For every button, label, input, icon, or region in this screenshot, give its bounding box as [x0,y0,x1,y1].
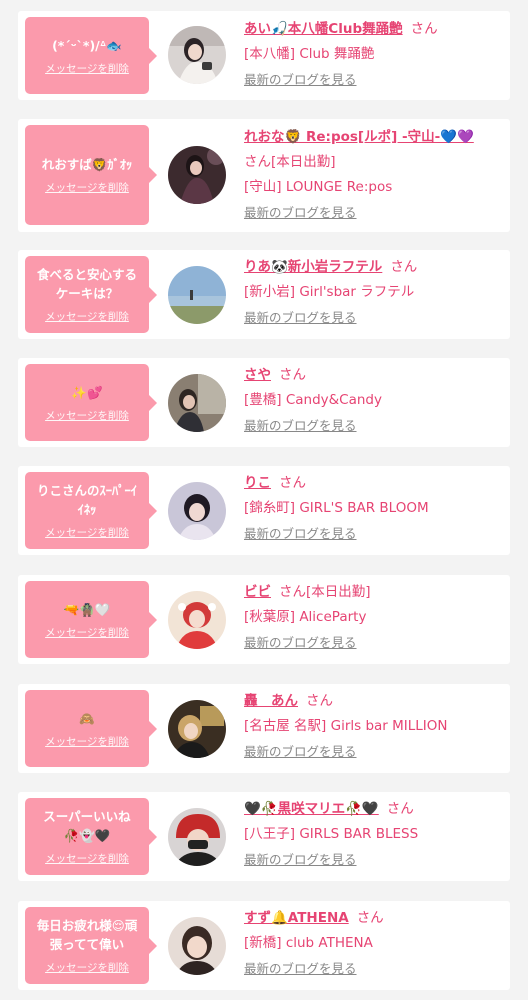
card-info: あい🎣本八幡Club舞踊艶 さん [本八幡] Club 舞踊艶 最新のブログを見る [244,17,502,93]
message-bubble: ✨💕 メッセージを削除 [25,364,157,441]
card-info: りあ🐼新小岩ラフテル さん [新小岩] Girl'sbar ラフテル 最新のブログ… [244,255,502,331]
avatar[interactable] [168,917,226,975]
card-info: 🖤🥀黒咲マリエ🥀🖤 さん [八王子] GIRLS BAR BLESS 最新のブログ… [244,797,502,873]
card-info: さや さん [豊橋] Candy&Candy 最新のブログを見る [244,363,502,439]
delete-message-link[interactable]: メッセージを削除 [45,180,129,195]
card-info: 轟 あん さん [名古屋 名駅] Girls bar MILLION 最新のブログ… [244,689,502,765]
cast-name-link[interactable]: りあ🐼新小岩ラフテル [244,259,382,275]
avatar[interactable] [168,374,226,432]
message-bubble: 🔫🧌🤍 メッセージを削除 [25,581,157,658]
delete-message-link[interactable]: メッセージを削除 [45,408,129,423]
honorific: さん [279,475,306,491]
cast-name-link[interactable]: すず🔔ATHENA [244,910,349,926]
shop-label: [新小岩] Girl'sbar ラフテル [244,284,415,300]
message-bubble: りこさんのｽｰﾊﾟｰｲ ｲﾈｯ メッセージを削除 [25,472,157,549]
latest-blog-link[interactable]: 最新のブログを見る [244,305,357,330]
avatar[interactable] [168,482,226,540]
message-text: ✨💕 [71,384,103,400]
honorific: さん [306,693,333,709]
honorific: さん [410,21,438,37]
latest-blog-link[interactable]: 最新のブログを見る [244,200,357,225]
message-card: 食べると安心する ケーキは？ メッセージを削除 りあ🐼新小岩ラフテル さん [新小… [18,250,510,339]
honorific: さん [390,259,418,275]
shop-label: [秋葉原] AliceParty [244,609,367,625]
delete-message-link[interactable]: メッセージを削除 [45,525,129,540]
cast-name-link[interactable]: 🖤🥀黒咲マリエ🥀🖤 [244,801,379,817]
honorific: さん [244,154,271,170]
message-bubble: (*ˊᵕˋ*)/ᐞ🐟 メッセージを削除 [25,17,157,94]
latest-blog-link[interactable]: 最新のブログを見る [244,630,357,655]
avatar[interactable] [168,591,226,649]
shop-label: [豊橋] Candy&Candy [244,392,382,408]
message-bubble: 毎日お疲れ様😌頑 張ってて偉い メッセージを削除 [25,907,157,984]
delete-message-link[interactable]: メッセージを削除 [45,960,129,975]
delete-message-link[interactable]: メッセージを削除 [45,851,129,866]
message-card: 毎日お疲れ様😌頑 張ってて偉い メッセージを削除 すず🔔ATHENA さん [新橋… [18,901,510,990]
delete-message-link[interactable]: メッセージを削除 [45,309,129,324]
message-text: 🙈 [79,710,95,726]
message-bubble: 食べると安心する ケーキは？ メッセージを削除 [25,256,157,333]
latest-blog-link[interactable]: 最新のブログを見る [244,956,357,981]
delete-message-link[interactable]: メッセージを削除 [45,734,129,749]
avatar[interactable] [168,266,226,324]
honorific: さん [386,801,414,817]
shop-label: [本八幡] Club 舞踊艶 [244,46,375,62]
card-info: りこ さん [錦糸町] GIRL'S BAR BLOOM 最新のブログを見る [244,471,502,547]
cast-name-link[interactable]: 轟 あん [244,693,298,709]
shop-label: [新橋] club ATHENA [244,935,373,951]
latest-blog-link[interactable]: 最新のブログを見る [244,847,357,872]
shop-label: [名古屋 名駅] Girls bar MILLION [244,718,448,734]
message-text: (*ˊᵕˋ*)/ᐞ🐟 [52,37,122,53]
delete-message-link[interactable]: メッセージを削除 [45,61,129,76]
shop-label: [守山] LOUNGE Re:pos [244,179,393,195]
avatar[interactable] [168,700,226,758]
message-card: 🔫🧌🤍 メッセージを削除 ビビ さん[本日出勤] [秋葉原] AliceParty… [18,575,510,664]
message-bubble: れおすば🦁ｶﾞｵｯ メッセージを削除 [25,125,157,225]
cast-name-link[interactable]: ビビ [244,584,271,600]
latest-blog-link[interactable]: 最新のブログを見る [244,67,357,92]
cast-name-link[interactable]: さや [244,367,271,383]
honorific: さん [279,584,306,600]
message-card: 🙈 メッセージを削除 轟 あん さん [名古屋 名駅] Girls bar MIL… [18,684,510,773]
message-text: 食べると安心する ケーキは？ [36,267,137,301]
message-card: (*ˊᵕˋ*)/ᐞ🐟 メッセージを削除 あい🎣本八幡Club舞踊艶 さん [本八幡… [18,11,510,100]
message-text: 毎日お疲れ様😌頑 張ってて偉い [36,918,138,952]
avatar[interactable] [168,146,226,204]
avatar[interactable] [168,26,226,84]
card-info: れおな🦁 Re:pos[ルポ] -守山-💙💜 さん[本日出勤] [守山] LOU… [244,125,502,226]
message-text: りこさんのｽｰﾊﾟｰｲ ｲﾈｯ [36,483,137,517]
message-card: ✨💕 メッセージを削除 さや さん [豊橋] Candy&Candy 最新のブログ… [18,358,510,447]
cast-name-link[interactable]: あい🎣本八幡Club舞踊艶 [244,21,403,37]
cast-name-link[interactable]: りこ [244,475,271,491]
message-card: りこさんのｽｰﾊﾟｰｲ ｲﾈｯ メッセージを削除 りこ さん [錦糸町] GIRL… [18,466,510,555]
status-badge: [本日出勤] [306,584,371,600]
message-card: スーパーいいね 🥀👻🖤 メッセージを削除 🖤🥀黒咲マリエ🥀🖤 さん [八王子] G… [18,792,510,881]
message-text: 🔫🧌🤍 [63,601,111,617]
message-bubble: スーパーいいね 🥀👻🖤 メッセージを削除 [25,798,157,875]
latest-blog-link[interactable]: 最新のブログを見る [244,739,357,764]
message-text: れおすば🦁ｶﾞｵｯ [41,157,133,172]
honorific: さん [279,367,306,383]
latest-blog-link[interactable]: 最新のブログを見る [244,413,357,438]
delete-message-link[interactable]: メッセージを削除 [45,625,129,640]
honorific: さん [356,910,384,926]
shop-label: [錦糸町] GIRL'S BAR BLOOM [244,500,429,516]
message-card: れおすば🦁ｶﾞｵｯ メッセージを削除 れおな🦁 Re:pos[ルポ] -守山-💙… [18,119,510,232]
message-text: スーパーいいね 🥀👻🖤 [43,809,131,843]
card-info: ビビ さん[本日出勤] [秋葉原] AliceParty 最新のブログを見る [244,580,502,656]
card-info: すず🔔ATHENA さん [新橋] club ATHENA 最新のブログを見る [244,906,502,982]
cast-name-link[interactable]: れおな🦁 Re:pos[ルポ] -守山-💙💜 [244,129,474,145]
message-bubble: 🙈 メッセージを削除 [25,690,157,767]
status-badge: [本日出勤] [271,154,336,170]
shop-label: [八王子] GIRLS BAR BLESS [244,826,419,842]
latest-blog-link[interactable]: 最新のブログを見る [244,521,357,546]
avatar[interactable] [168,808,226,866]
